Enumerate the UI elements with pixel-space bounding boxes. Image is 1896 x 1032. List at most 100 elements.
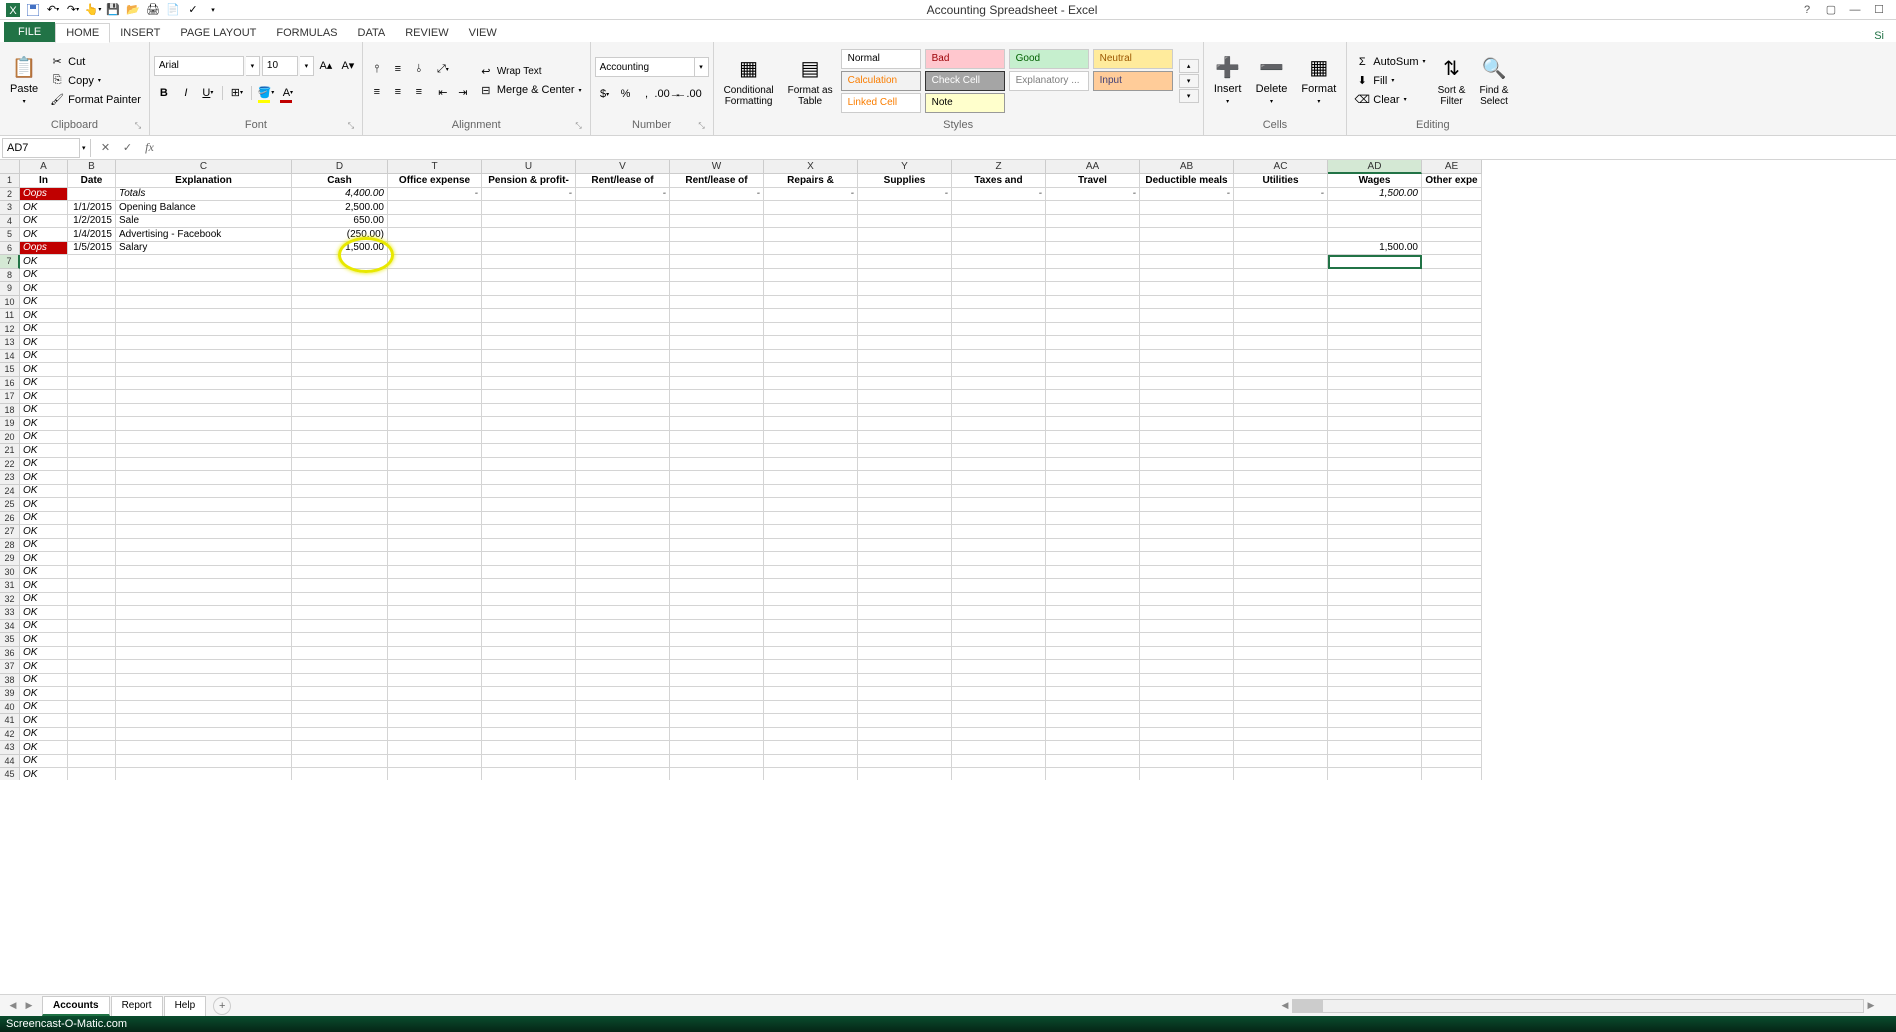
cell-T32[interactable] — [388, 593, 482, 607]
cell-AA6[interactable] — [1046, 242, 1140, 256]
cell-AD7[interactable] — [1328, 255, 1422, 269]
cell-D23[interactable] — [292, 471, 388, 485]
font-name-select[interactable]: Arial — [154, 56, 244, 76]
cell-W22[interactable] — [670, 458, 764, 472]
cell-U10[interactable] — [482, 296, 576, 310]
cell-D44[interactable] — [292, 755, 388, 769]
cell-W30[interactable] — [670, 566, 764, 580]
cell-W26[interactable] — [670, 512, 764, 526]
cell-AB38[interactable] — [1140, 674, 1234, 688]
cell-A22[interactable]: OK — [20, 458, 68, 472]
cell-AC1[interactable]: Utilities — [1234, 174, 1328, 188]
col-header-AA[interactable]: AA — [1046, 160, 1140, 174]
cell-C3[interactable]: Opening Balance — [116, 201, 292, 215]
cell-AC14[interactable] — [1234, 350, 1328, 364]
cell-AB10[interactable] — [1140, 296, 1234, 310]
cell-AE13[interactable] — [1422, 336, 1482, 350]
cell-V27[interactable] — [576, 525, 670, 539]
row-header-23[interactable]: 23 — [0, 471, 20, 485]
cell-AE37[interactable] — [1422, 660, 1482, 674]
cell-AA20[interactable] — [1046, 431, 1140, 445]
cell-AE25[interactable] — [1422, 498, 1482, 512]
cell-V33[interactable] — [576, 606, 670, 620]
cell-A35[interactable]: OK — [20, 633, 68, 647]
cell-U29[interactable] — [482, 552, 576, 566]
cell-AB9[interactable] — [1140, 282, 1234, 296]
cell-AE28[interactable] — [1422, 539, 1482, 553]
cell-AC11[interactable] — [1234, 309, 1328, 323]
style-neutral[interactable]: Neutral — [1093, 49, 1173, 69]
cell-T8[interactable] — [388, 269, 482, 283]
cell-U25[interactable] — [482, 498, 576, 512]
cell-A12[interactable]: OK — [20, 323, 68, 337]
cell-AE8[interactable] — [1422, 269, 1482, 283]
cell-T3[interactable] — [388, 201, 482, 215]
cell-AB27[interactable] — [1140, 525, 1234, 539]
cell-Y3[interactable] — [858, 201, 952, 215]
row-header-31[interactable]: 31 — [0, 579, 20, 593]
cell-AD26[interactable] — [1328, 512, 1422, 526]
cell-C1[interactable]: Explanation — [116, 174, 292, 188]
cell-T28[interactable] — [388, 539, 482, 553]
horizontal-scrollbar[interactable]: ◀ ▶ — [1278, 999, 1878, 1013]
row-header-22[interactable]: 22 — [0, 458, 20, 472]
cell-X15[interactable] — [764, 363, 858, 377]
cell-W28[interactable] — [670, 539, 764, 553]
cell-U36[interactable] — [482, 647, 576, 661]
style-linked-cell[interactable]: Linked Cell — [841, 93, 921, 113]
cell-AD37[interactable] — [1328, 660, 1422, 674]
tab-home[interactable]: HOME — [55, 23, 110, 43]
cell-U32[interactable] — [482, 593, 576, 607]
cell-AA26[interactable] — [1046, 512, 1140, 526]
cell-AE41[interactable] — [1422, 714, 1482, 728]
row-header-11[interactable]: 11 — [0, 309, 20, 323]
help-icon[interactable]: ? — [1798, 1, 1816, 19]
cell-W37[interactable] — [670, 660, 764, 674]
cell-Y19[interactable] — [858, 417, 952, 431]
cell-A30[interactable]: OK — [20, 566, 68, 580]
cell-AA32[interactable] — [1046, 593, 1140, 607]
cell-AB12[interactable] — [1140, 323, 1234, 337]
row-header-9[interactable]: 9 — [0, 282, 20, 296]
cell-W25[interactable] — [670, 498, 764, 512]
cell-X11[interactable] — [764, 309, 858, 323]
cell-D42[interactable] — [292, 728, 388, 742]
cell-AD1[interactable]: Wages — [1328, 174, 1422, 188]
align-left-button[interactable]: ≡ — [367, 82, 387, 102]
sheet-tab-report[interactable]: Report — [111, 996, 163, 1016]
tab-insert[interactable]: INSERT — [110, 24, 170, 42]
cell-C19[interactable] — [116, 417, 292, 431]
cell-B27[interactable] — [68, 525, 116, 539]
cell-U4[interactable] — [482, 215, 576, 229]
save-icon[interactable] — [24, 1, 42, 19]
cell-Y26[interactable] — [858, 512, 952, 526]
cell-AC39[interactable] — [1234, 687, 1328, 701]
cell-X17[interactable] — [764, 390, 858, 404]
cell-W3[interactable] — [670, 201, 764, 215]
cell-AA19[interactable] — [1046, 417, 1140, 431]
cell-Y38[interactable] — [858, 674, 952, 688]
cell-U16[interactable] — [482, 377, 576, 391]
cell-A19[interactable]: OK — [20, 417, 68, 431]
cell-AD36[interactable] — [1328, 647, 1422, 661]
cell-V18[interactable] — [576, 404, 670, 418]
cell-T9[interactable] — [388, 282, 482, 296]
cell-A11[interactable]: OK — [20, 309, 68, 323]
cell-Z35[interactable] — [952, 633, 1046, 647]
cell-AD9[interactable] — [1328, 282, 1422, 296]
sheet-tab-help[interactable]: Help — [164, 996, 207, 1016]
cell-AE4[interactable] — [1422, 215, 1482, 229]
minimize-icon[interactable]: — — [1846, 1, 1864, 19]
cell-U34[interactable] — [482, 620, 576, 634]
cell-B4[interactable]: 1/2/2015 — [68, 215, 116, 229]
cell-C29[interactable] — [116, 552, 292, 566]
cell-AB42[interactable] — [1140, 728, 1234, 742]
cell-A6[interactable]: Oops — [20, 242, 68, 256]
row-header-32[interactable]: 32 — [0, 593, 20, 607]
cell-AE44[interactable] — [1422, 755, 1482, 769]
cell-D2[interactable]: 4,400.00 — [292, 188, 388, 202]
cell-AC9[interactable] — [1234, 282, 1328, 296]
cell-Z15[interactable] — [952, 363, 1046, 377]
cell-V40[interactable] — [576, 701, 670, 715]
cell-AA44[interactable] — [1046, 755, 1140, 769]
